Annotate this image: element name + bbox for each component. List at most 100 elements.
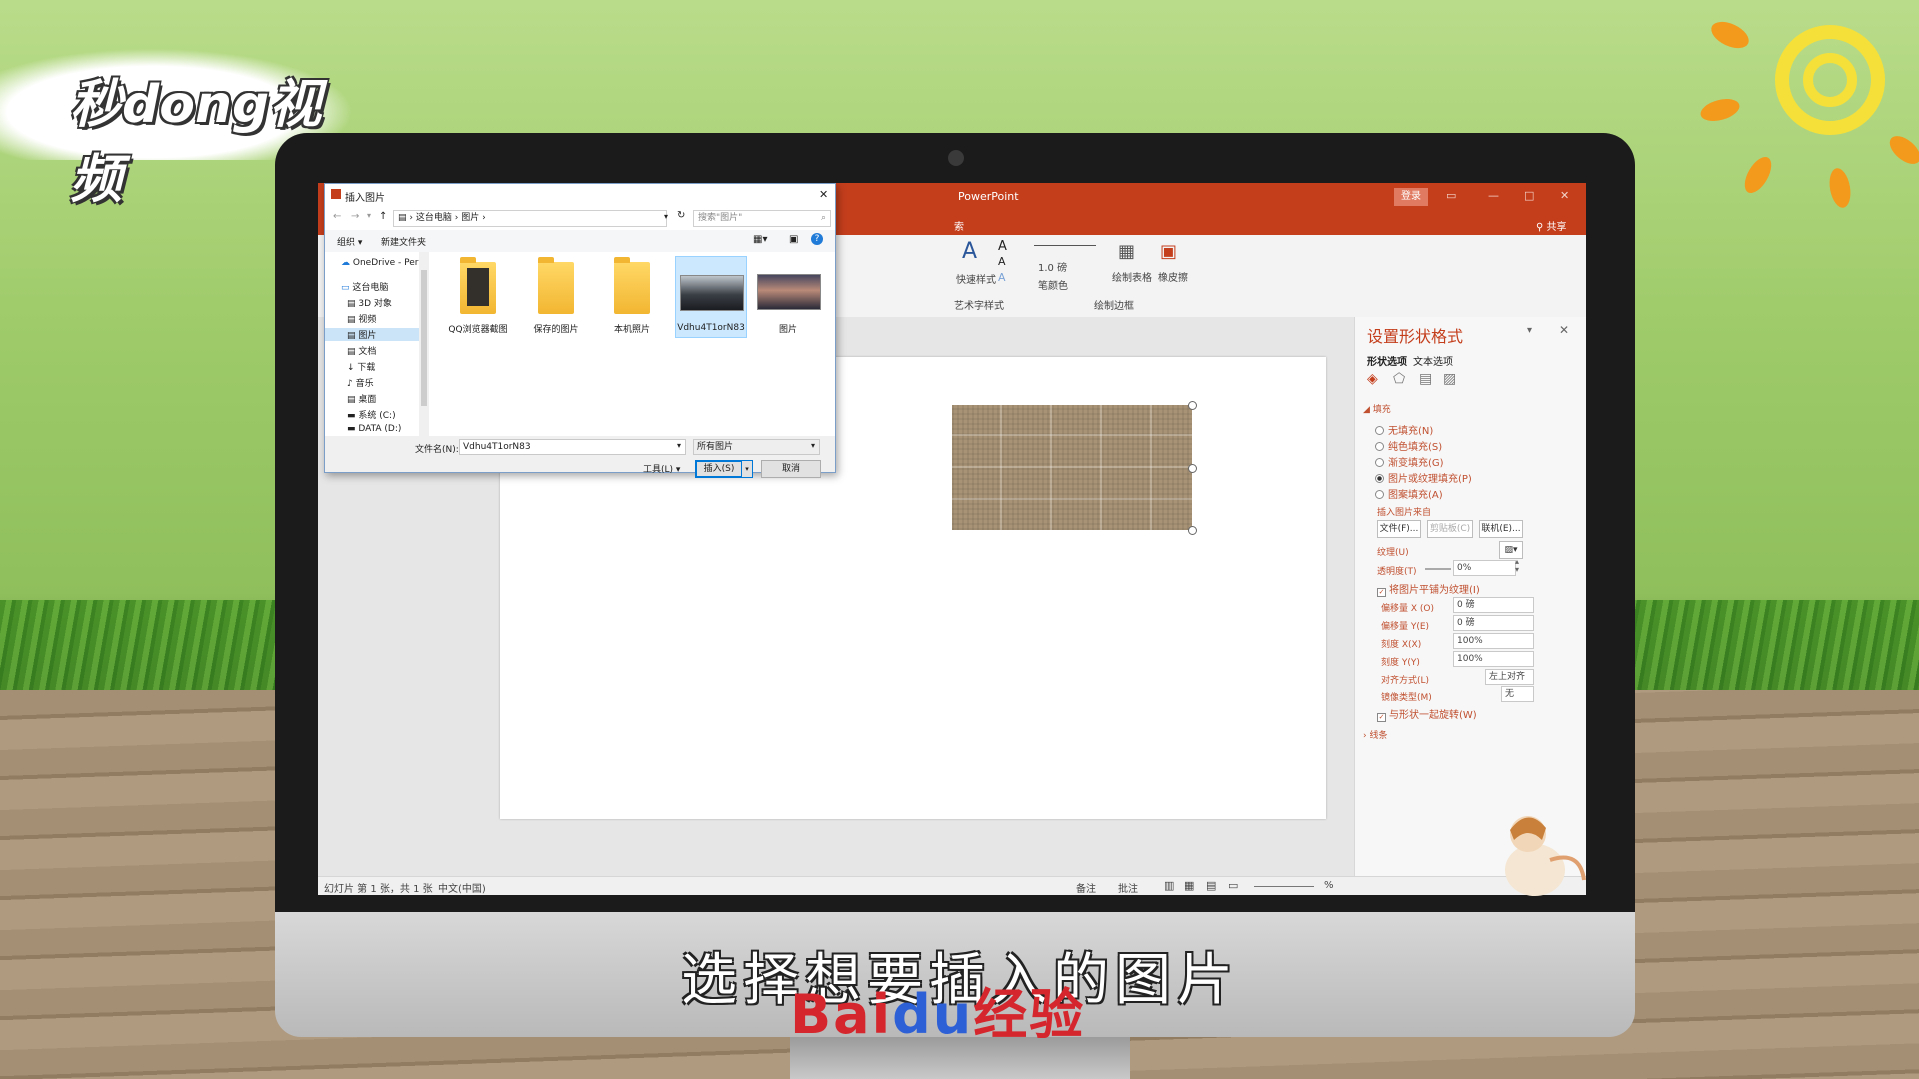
breadcrumb-this-pc[interactable]: 这台电脑 (416, 213, 452, 223)
tree-item-onedrive[interactable]: ☁ OneDrive - Persc (341, 258, 428, 268)
tree-scrollbar-thumb[interactable] (421, 270, 427, 406)
slideshow-icon[interactable]: ▭ (1228, 879, 1238, 892)
breadcrumb-pictures[interactable]: 图片 (461, 213, 479, 223)
tree-item-3d-objects[interactable]: ▤ 3D 对象 (347, 296, 392, 309)
line-section-toggle[interactable]: › 线条 (1363, 728, 1387, 741)
effects-icon[interactable]: ⬠ (1393, 371, 1405, 387)
tree-item-videos[interactable]: ▤ 视频 (347, 312, 376, 325)
eraser-icon[interactable]: ▣ (1160, 241, 1177, 262)
dialog-close-icon[interactable]: ✕ (819, 188, 828, 201)
file-item-camera-roll[interactable]: 本机照片 (597, 256, 667, 336)
rotate-with-shape-checkbox[interactable]: ✓ 与形状一起旋转(W) (1377, 706, 1477, 722)
tree-item-drive-d[interactable]: ▬ DATA (D:) (347, 424, 401, 434)
file-item-saved-pictures[interactable]: 保存的图片 (521, 256, 591, 336)
filetype-select[interactable]: 所有图片 (693, 439, 820, 455)
resize-handle-top-right[interactable] (1188, 401, 1197, 410)
quick-styles-label[interactable]: 快速样式 (956, 271, 996, 286)
file-button[interactable]: 文件(F)... (1377, 520, 1421, 538)
organize-button[interactable]: 组织 ▾ (337, 235, 362, 248)
file-item-picture[interactable]: 图片 (753, 256, 823, 336)
fill-line-icon[interactable]: ◈ (1367, 371, 1378, 387)
filetype-dropdown-icon[interactable]: ▾ (811, 441, 815, 450)
maximize-icon[interactable]: □ (1524, 189, 1534, 202)
offset-x-input[interactable]: 0 磅 (1453, 597, 1534, 613)
notes-button[interactable]: 备注 (1076, 880, 1096, 895)
zoom-slider[interactable] (1254, 886, 1314, 887)
insert-button[interactable]: 插入(S) (695, 460, 743, 478)
resize-handle-bottom-right[interactable] (1188, 526, 1197, 535)
transparency-input[interactable]: 0% (1453, 560, 1516, 576)
tree-item-documents[interactable]: ▤ 文档 (347, 344, 376, 357)
search-icon[interactable]: ⌕ (821, 211, 826, 226)
preview-pane-icon[interactable]: ▣ (789, 234, 798, 245)
slide-sorter-icon[interactable]: ▦ (1184, 879, 1194, 892)
scale-x-input[interactable]: 100% (1453, 633, 1534, 649)
back-icon[interactable]: ← (333, 211, 341, 222)
tile-checkbox[interactable]: ✓ 将图片平铺为纹理(I) (1377, 581, 1480, 597)
quick-styles-icon[interactable]: A (962, 239, 977, 264)
breadcrumb[interactable]: ▤ › 这台电脑 › 图片 › (393, 210, 667, 227)
filename-dropdown-icon[interactable]: ▾ (677, 441, 681, 450)
ribbon-display-icon[interactable]: ▭ (1446, 189, 1456, 202)
refresh-icon[interactable]: ↻ (677, 210, 685, 221)
tree-item-drive-c[interactable]: ▬ 系统 (C:) (347, 408, 396, 421)
eraser-label[interactable]: 橡皮擦 (1158, 269, 1188, 284)
online-button[interactable]: 联机(E)... (1479, 520, 1523, 538)
normal-view-icon[interactable]: ▥ (1164, 879, 1174, 892)
help-icon[interactable]: ? (811, 233, 823, 245)
reading-view-icon[interactable]: ▤ (1206, 879, 1216, 892)
tree-item-desktop[interactable]: ▤ 桌面 (347, 392, 376, 405)
pane-close-icon[interactable]: ✕ (1559, 323, 1569, 337)
up-icon[interactable]: ↑ (379, 211, 387, 222)
pen-style-line[interactable] (1034, 245, 1096, 246)
breadcrumb-dropdown-icon[interactable]: ▾ (664, 212, 668, 221)
file-item-vdhu4t1orn83[interactable]: Vdhu4T1orN83 (675, 256, 747, 338)
zoom-level[interactable]: % (1324, 880, 1334, 891)
size-properties-icon[interactable]: ▤ (1419, 371, 1432, 387)
radio-picture-fill[interactable]: 图片或纹理填充(P) (1375, 470, 1472, 485)
search-input[interactable]: 搜索"图片" ⌕ (693, 210, 831, 227)
alignment-select[interactable]: 左上对齐 (1485, 669, 1534, 685)
insert-options-icon[interactable]: ▾ (741, 460, 753, 478)
clipboard-button[interactable]: 剪贴板(C) (1427, 520, 1473, 538)
resize-handle-right[interactable] (1188, 464, 1197, 473)
pen-color-button[interactable]: 笔颜色 (1038, 277, 1068, 292)
view-options-icon[interactable]: ▦▾ (753, 234, 767, 245)
tab-text-options[interactable]: 文本选项 (1413, 353, 1453, 368)
language-indicator[interactable]: 中文(中国) (438, 880, 486, 895)
draw-table-label[interactable]: 绘制表格 (1112, 269, 1152, 284)
file-item-qq-screenshots[interactable]: QQ浏览器截图 (443, 256, 513, 336)
scale-y-input[interactable]: 100% (1453, 651, 1534, 667)
minimize-icon[interactable]: — (1488, 189, 1499, 202)
text-fill-icon[interactable]: A (998, 239, 1007, 254)
texture-picker[interactable]: ▨▾ (1499, 541, 1523, 559)
close-icon[interactable]: ✕ (1560, 189, 1569, 202)
tools-button[interactable]: 工具(L) ▾ (643, 462, 680, 475)
radio-no-fill[interactable]: 无填充(N) (1375, 422, 1433, 437)
offset-y-input[interactable]: 0 磅 (1453, 615, 1534, 631)
pane-options-icon[interactable]: ▾ (1527, 325, 1532, 336)
forward-icon[interactable]: → (351, 211, 359, 222)
transparency-slider[interactable] (1425, 568, 1451, 570)
radio-solid-fill[interactable]: 纯色填充(S) (1375, 438, 1442, 453)
tree-item-this-pc[interactable]: ▭ 这台电脑 (341, 280, 388, 293)
recent-locations-icon[interactable]: ▾ (367, 211, 371, 220)
tree-item-music[interactable]: ♪ 音乐 (347, 376, 374, 389)
share-button[interactable]: ⚲ 共享 (1536, 218, 1567, 233)
pen-weight-select[interactable]: 1.0 磅 (1038, 259, 1067, 274)
filename-input[interactable]: Vdhu4T1orN83 (459, 439, 686, 455)
comments-button[interactable]: 批注 (1118, 880, 1138, 895)
mirror-type-select[interactable]: 无 (1501, 686, 1534, 702)
login-button[interactable]: 登录 (1394, 188, 1428, 206)
tab-shape-options[interactable]: 形状选项 (1367, 353, 1407, 368)
tab-search[interactable]: 索 (954, 218, 964, 233)
fill-section-toggle[interactable]: ◢ 填充 (1363, 402, 1391, 415)
picture-icon[interactable]: ▨ (1443, 371, 1456, 387)
tree-item-pictures[interactable]: ▤ 图片 (325, 328, 419, 341)
text-outline-icon[interactable]: A (998, 255, 1006, 268)
tree-item-downloads[interactable]: ↓ 下载 (347, 360, 375, 373)
cancel-button[interactable]: 取消 (761, 460, 821, 478)
draw-table-icon[interactable]: ▦ (1118, 241, 1135, 262)
new-folder-button[interactable]: 新建文件夹 (381, 235, 426, 248)
radio-gradient-fill[interactable]: 渐变填充(G) (1375, 454, 1444, 469)
